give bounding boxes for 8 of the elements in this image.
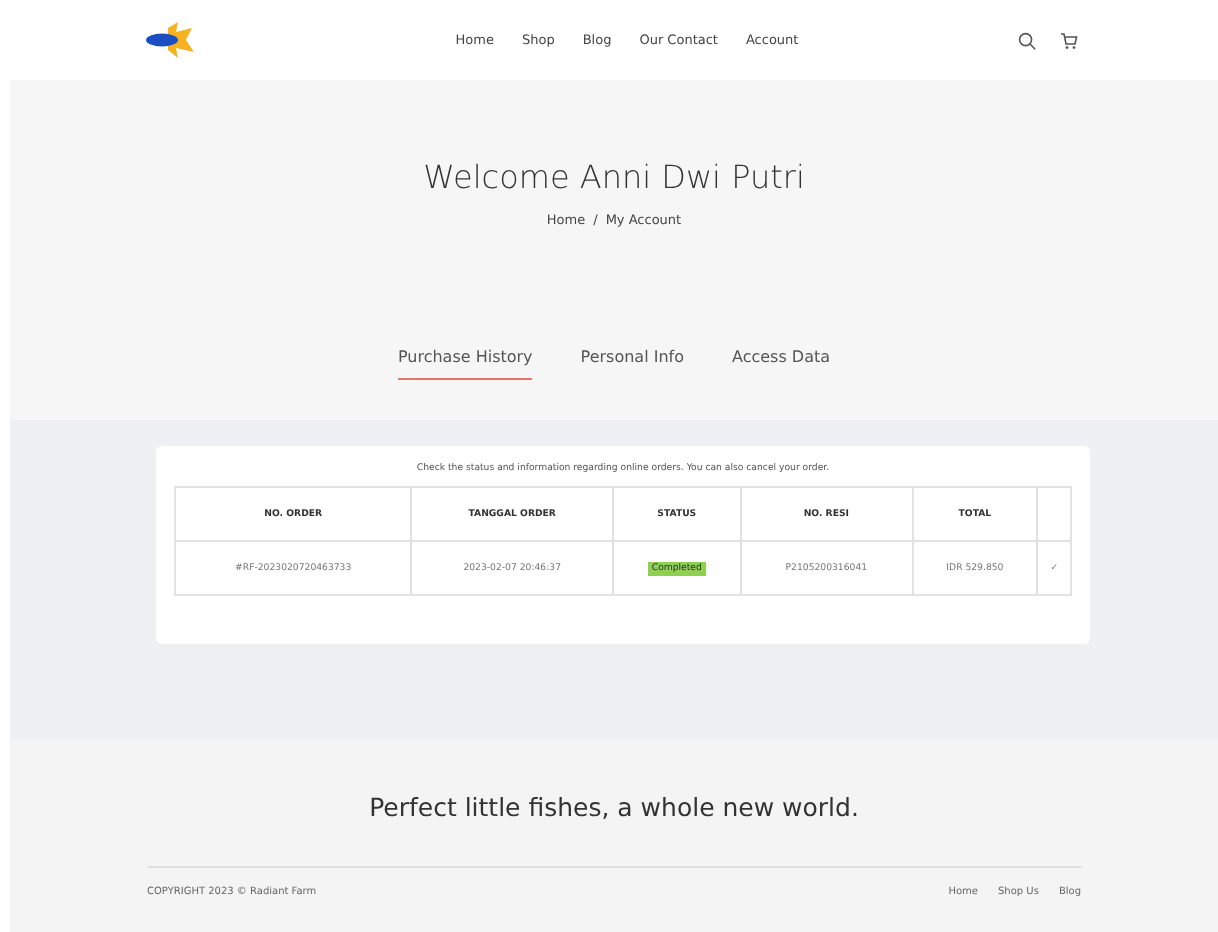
account-tab[interactable]: Access Data (732, 340, 831, 380)
fish-logo[interactable] (144, 22, 196, 58)
account-tab[interactable]: Personal Info (580, 340, 684, 380)
welcome-title: Welcome Anni Dwi Putri (423, 158, 805, 196)
account-tab[interactable]: Purchase History (397, 340, 533, 380)
footer-tagline: Perfect little fishes, a whole new world. (369, 792, 859, 822)
search-icon[interactable] (1018, 31, 1036, 49)
cart-icon[interactable] (1060, 31, 1078, 49)
